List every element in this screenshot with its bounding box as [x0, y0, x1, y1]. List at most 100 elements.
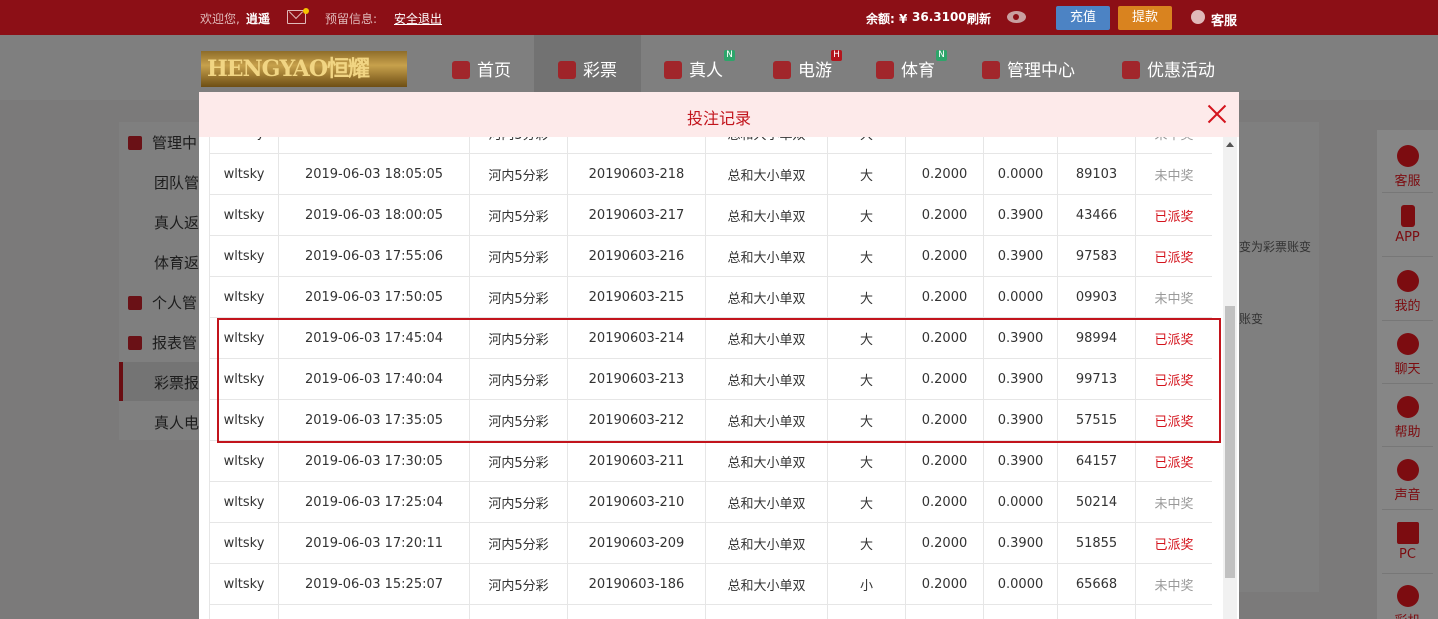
customer-service-link[interactable]: 客服: [1211, 10, 1237, 29]
amount-cell: 0.2000: [905, 153, 984, 195]
bet-content-cell: 大: [827, 317, 906, 359]
refresh-link[interactable]: 刷新: [967, 10, 991, 27]
table-row[interactable]: [209, 604, 1212, 619]
amount-cell: 0.2000: [905, 481, 984, 523]
table-row[interactable]: wltsky 2019-06-03 18:05:05 河内5分彩 20190603-2…: [209, 153, 1212, 195]
bet-records-table-wrap[interactable]: wltsky2019-06-03 18:10:05河内5分彩20190603-2…: [209, 137, 1212, 619]
nav-lottery[interactable]: 彩票: [558, 56, 617, 81]
table-row[interactable]: wltsky 2019-06-03 17:50:05 河内5分彩 20190603-2…: [209, 276, 1212, 318]
float-app[interactable]: APP: [1377, 205, 1438, 245]
amount-cell: 0.2000: [905, 440, 984, 482]
monitor-icon: [1396, 522, 1419, 544]
table-row[interactable]: wltsky 2019-06-03 17:55:06 河内5分彩 20190603-2…: [209, 235, 1212, 277]
username-cell: wltsky: [209, 358, 279, 400]
draw-number-cell: 51855: [1057, 522, 1136, 564]
float-bag[interactable]: 彩机: [1377, 585, 1438, 619]
scroll-up-arrow-icon[interactable]: [1226, 142, 1234, 147]
scrollbar-thumb[interactable]: [1225, 306, 1235, 578]
amount-cell: 0.2000: [905, 563, 984, 605]
sidebar-item-live-rebate[interactable]: 真人返: [154, 212, 199, 233]
table-row[interactable]: wltsky 2019-06-03 17:40:04 河内5分彩 20190603-2…: [209, 358, 1212, 400]
bet-content-cell: 大: [827, 153, 906, 195]
issue-cell: 20190603-213: [567, 358, 706, 400]
bet-records-table: wltsky2019-06-03 18:10:05河内5分彩20190603-2…: [209, 137, 1212, 619]
bet-time-cell: 2019-06-03 17:45:04: [278, 317, 470, 359]
divider: [1382, 320, 1433, 321]
draw-number-cell: 57515: [1057, 399, 1136, 441]
logo[interactable]: HENGYAO恒耀: [201, 51, 407, 87]
nav-live[interactable]: 真人 N: [664, 50, 735, 81]
sidebar-item-live-report[interactable]: 真人电: [154, 412, 199, 433]
nav-sports[interactable]: 体育 N: [876, 50, 947, 81]
bet-content-cell: 大: [827, 440, 906, 482]
nav-home[interactable]: 首页: [452, 56, 511, 81]
float-help[interactable]: 帮助: [1377, 396, 1438, 440]
game-cell: 河内5分彩: [469, 399, 568, 441]
play-type-cell: 总和大小单双: [705, 276, 828, 318]
issue-cell: 20190603-211: [567, 440, 706, 482]
prize-cell: 0.3900: [983, 235, 1058, 277]
table-row[interactable]: wltsky 2019-06-03 17:25:04 河内5分彩 20190603-2…: [209, 481, 1212, 523]
customer-service-icon[interactable]: [1191, 10, 1205, 24]
prize-cell: 0.3900: [983, 440, 1058, 482]
amount-cell: 0.2000: [905, 137, 984, 154]
username-cell: wltsky: [209, 153, 279, 195]
username-cell: wltsky: [209, 317, 279, 359]
divider: [1382, 509, 1433, 510]
withdraw-button[interactable]: 提款: [1118, 6, 1172, 30]
logout-link[interactable]: 安全退出: [394, 10, 442, 27]
draw-number-cell: 43466: [1057, 194, 1136, 236]
table-row[interactable]: wltsky 2019-06-03 17:45:04 河内5分彩 20190603-2…: [209, 317, 1212, 359]
sidebar-item-lottery-report[interactable]: 彩票报: [154, 372, 199, 393]
recharge-button[interactable]: 充值: [1056, 6, 1110, 30]
float-my[interactable]: 我的: [1377, 270, 1438, 314]
play-type-cell: 总和大小单双: [705, 317, 828, 359]
float-pc[interactable]: PC: [1377, 522, 1438, 562]
table-row[interactable]: wltsky2019-06-03 18:10:05河内5分彩20190603-2…: [209, 137, 1212, 154]
play-type-cell: 总和大小单双: [705, 563, 828, 605]
prize-cell: 0.0000: [983, 153, 1058, 195]
status-cell: 未中奖: [1135, 276, 1212, 318]
bet-time-cell: 2019-06-03 18:05:05: [278, 153, 470, 195]
issue-cell: 20190603-210: [567, 481, 706, 523]
sidebar-section-personal[interactable]: 个人管: [128, 292, 197, 313]
prize-cell: 0.3900: [983, 317, 1058, 359]
prize-cell: 0.0000: [983, 137, 1058, 154]
issue-cell: 20190603-214: [567, 317, 706, 359]
draw-number-cell: 97583: [1057, 235, 1136, 277]
notification-dot-icon: [303, 8, 309, 14]
bet-content-cell: 大: [827, 194, 906, 236]
user-icon: [128, 296, 142, 310]
bag-icon: [1396, 585, 1419, 607]
username-cell: wltsky: [209, 440, 279, 482]
sidebar-item-sports-rebate[interactable]: 体育返: [154, 252, 199, 273]
float-customer-service[interactable]: 客服: [1377, 145, 1438, 189]
lottery-ticket-icon: [558, 61, 576, 79]
sidebar-active-marker: [119, 362, 123, 401]
amount-cell: 0.2000: [905, 235, 984, 277]
username-cell: wltsky: [209, 235, 279, 277]
close-icon[interactable]: [1207, 104, 1227, 124]
float-sound[interactable]: 声音: [1377, 459, 1438, 503]
play-type-cell: 总和大小单双: [705, 358, 828, 400]
table-row[interactable]: wltsky 2019-06-03 15:25:07 河内5分彩 20190603-1…: [209, 563, 1212, 605]
float-chat[interactable]: 聊天: [1377, 333, 1438, 377]
game-cell: 河内5分彩: [469, 194, 568, 236]
status-cell: 未中奖: [1135, 153, 1212, 195]
nav-promotions[interactable]: 优惠活动: [1122, 56, 1215, 81]
status-cell: [1135, 604, 1212, 619]
table-row[interactable]: wltsky 2019-06-03 18:00:05 河内5分彩 20190603-2…: [209, 194, 1212, 236]
amount-cell: 0.2000: [905, 522, 984, 564]
eye-icon[interactable]: [1007, 11, 1026, 23]
table-row[interactable]: wltsky 2019-06-03 17:30:05 河内5分彩 20190603-2…: [209, 440, 1212, 482]
username-cell: wltsky: [209, 137, 279, 154]
table-row[interactable]: wltsky 2019-06-03 17:20:11 河内5分彩 20190603-2…: [209, 522, 1212, 564]
nav-management[interactable]: 管理中心: [982, 56, 1075, 81]
sidebar-item-team[interactable]: 团队管: [154, 172, 199, 193]
sidebar-section-management[interactable]: 管理中: [128, 132, 197, 153]
gift-icon: [1122, 61, 1140, 79]
sidebar-section-reports[interactable]: 报表管: [128, 332, 197, 353]
nav-slots[interactable]: 电游 H: [773, 50, 842, 81]
table-row[interactable]: wltsky 2019-06-03 17:35:05 河内5分彩 20190603-2…: [209, 399, 1212, 441]
game-cell: 河内5分彩: [469, 440, 568, 482]
